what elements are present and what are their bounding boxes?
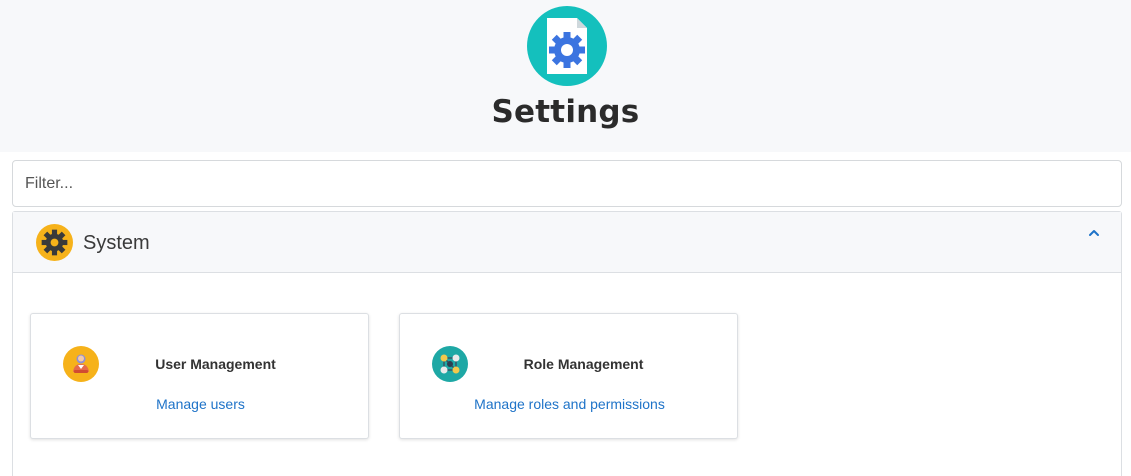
user-management-card[interactable]: User Management Manage users [30, 313, 369, 439]
settings-file-gear-icon [527, 6, 607, 86]
card-title: Role Management [523, 356, 644, 372]
role-management-card[interactable]: Role Management Manage roles and permiss… [399, 313, 738, 439]
section-title: System [83, 232, 150, 254]
chevron-up-icon[interactable] [1087, 226, 1101, 240]
manage-users-link[interactable]: Manage users [31, 396, 370, 412]
section-system-header[interactable]: System [13, 212, 1121, 273]
card-title: User Management [155, 356, 276, 372]
section-system: System User Management Manage users Role… [12, 211, 1122, 476]
page-title: Settings [491, 94, 640, 130]
filter-input[interactable] [12, 160, 1122, 207]
page-header: Settings [0, 0, 1131, 152]
gear-icon [36, 224, 73, 261]
manage-roles-link[interactable]: Manage roles and permissions [400, 396, 739, 412]
